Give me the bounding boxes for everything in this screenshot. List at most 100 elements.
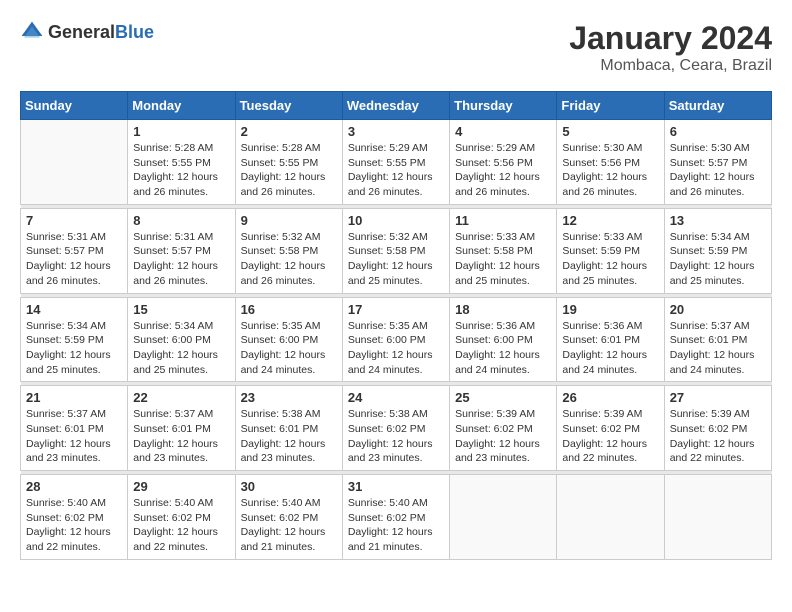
calendar-cell: 15Sunrise: 5:34 AM Sunset: 6:00 PM Dayli… [128, 297, 235, 382]
calendar-cell: 5 Sunrise: 5:30 AM Sunset: 5:56 PM Daylig… [557, 120, 664, 205]
day-number: 25 [455, 390, 551, 405]
main-title: January 2024 [569, 20, 772, 57]
day-info: Sunrise: 5:40 AM Sunset: 6:02 PM Dayligh… [241, 496, 337, 555]
day-info: Sunrise: 5:34 AM Sunset: 5:59 PM Dayligh… [26, 319, 122, 378]
day-number: 20 [670, 302, 766, 317]
col-monday: Monday [128, 92, 235, 120]
day-info: Sunrise: 5:36 AM Sunset: 6:01 PM Dayligh… [562, 319, 658, 378]
day-info: Sunrise: 5:37 AM Sunset: 6:01 PM Dayligh… [133, 407, 229, 466]
calendar-cell: 8 Sunrise: 5:31 AM Sunset: 5:57 PM Daylig… [128, 208, 235, 293]
day-info: Sunrise: 5:30 AM Sunset: 5:56 PM Dayligh… [562, 141, 658, 200]
calendar-cell: 18 Sunrise: 5:36 AM Sunset: 6:00 PM Dayli… [450, 297, 557, 382]
col-sunday: Sunday [21, 92, 128, 120]
calendar-week-2: 7 Sunrise: 5:31 AM Sunset: 5:57 PM Daylig… [21, 208, 772, 293]
calendar-cell: 14 Sunrise: 5:34 AM Sunset: 5:59 PM Dayli… [21, 297, 128, 382]
calendar-week-4: 21 Sunrise: 5:37 AM Sunset: 6:01 PM Dayli… [21, 386, 772, 471]
col-tuesday: Tuesday [235, 92, 342, 120]
calendar-header: Sunday Monday Tuesday Wednesday Thursday… [21, 92, 772, 120]
day-info: Sunrise: 5:33 AM Sunset: 5:58 PM Dayligh… [455, 230, 551, 289]
day-number: 4 [455, 124, 551, 139]
day-info: Sunrise: 5:37 AM Sunset: 6:01 PM Dayligh… [26, 407, 122, 466]
day-info: Sunrise: 5:32 AM Sunset: 5:58 PM Dayligh… [348, 230, 444, 289]
day-info: Sunrise: 5:32 AM Sunset: 5:58 PM Dayligh… [241, 230, 337, 289]
calendar-cell: 13 Sunrise: 5:34 AM Sunset: 5:59 PM Dayli… [664, 208, 771, 293]
day-info: Sunrise: 5:35 AM Sunset: 6:00 PM Dayligh… [348, 319, 444, 378]
day-number: 18 [455, 302, 551, 317]
day-number: 28 [26, 479, 122, 494]
calendar-cell [664, 475, 771, 560]
calendar-cell: 6Sunrise: 5:30 AM Sunset: 5:57 PM Daylig… [664, 120, 771, 205]
logo: GeneralBlue [20, 20, 154, 44]
calendar-cell: 24 Sunrise: 5:38 AM Sunset: 6:02 PM Dayli… [342, 386, 449, 471]
calendar-body: 1Sunrise: 5:28 AM Sunset: 5:55 PM Daylig… [21, 120, 772, 560]
day-info: Sunrise: 5:36 AM Sunset: 6:00 PM Dayligh… [455, 319, 551, 378]
day-info: Sunrise: 5:31 AM Sunset: 5:57 PM Dayligh… [133, 230, 229, 289]
day-number: 11 [455, 213, 551, 228]
day-info: Sunrise: 5:40 AM Sunset: 6:02 PM Dayligh… [26, 496, 122, 555]
calendar-week-5: 28 Sunrise: 5:40 AM Sunset: 6:02 PM Dayli… [21, 475, 772, 560]
day-info: Sunrise: 5:31 AM Sunset: 5:57 PM Dayligh… [26, 230, 122, 289]
day-number: 16 [241, 302, 337, 317]
day-number: 19 [562, 302, 658, 317]
logo-text-general: General [48, 22, 115, 42]
calendar-cell: 17 Sunrise: 5:35 AM Sunset: 6:00 PM Dayli… [342, 297, 449, 382]
calendar-cell: 10 Sunrise: 5:32 AM Sunset: 5:58 PM Dayli… [342, 208, 449, 293]
calendar-cell: 21 Sunrise: 5:37 AM Sunset: 6:01 PM Dayli… [21, 386, 128, 471]
day-info: Sunrise: 5:35 AM Sunset: 6:00 PM Dayligh… [241, 319, 337, 378]
subtitle: Mombaca, Ceara, Brazil [569, 57, 772, 75]
day-info: Sunrise: 5:28 AM Sunset: 5:55 PM Dayligh… [241, 141, 337, 200]
calendar-cell: 29Sunrise: 5:40 AM Sunset: 6:02 PM Dayli… [128, 475, 235, 560]
title-block: January 2024 Mombaca, Ceara, Brazil [569, 20, 772, 75]
day-number: 5 [562, 124, 658, 139]
day-number: 13 [670, 213, 766, 228]
day-number: 2 [241, 124, 337, 139]
calendar-cell: 9 Sunrise: 5:32 AM Sunset: 5:58 PM Daylig… [235, 208, 342, 293]
day-number: 9 [241, 213, 337, 228]
calendar-cell: 30 Sunrise: 5:40 AM Sunset: 6:02 PM Dayli… [235, 475, 342, 560]
day-number: 10 [348, 213, 444, 228]
day-number: 30 [241, 479, 337, 494]
calendar-cell: 4Sunrise: 5:29 AM Sunset: 5:56 PM Daylig… [450, 120, 557, 205]
calendar-cell [450, 475, 557, 560]
calendar-cell: 16 Sunrise: 5:35 AM Sunset: 6:00 PM Dayli… [235, 297, 342, 382]
calendar-cell: 3Sunrise: 5:29 AM Sunset: 5:55 PM Daylig… [342, 120, 449, 205]
day-info: Sunrise: 5:38 AM Sunset: 6:01 PM Dayligh… [241, 407, 337, 466]
day-number: 8 [133, 213, 229, 228]
col-thursday: Thursday [450, 92, 557, 120]
calendar-cell [21, 120, 128, 205]
day-number: 14 [26, 302, 122, 317]
col-saturday: Saturday [664, 92, 771, 120]
day-number: 6 [670, 124, 766, 139]
calendar-week-1: 1Sunrise: 5:28 AM Sunset: 5:55 PM Daylig… [21, 120, 772, 205]
day-number: 15 [133, 302, 229, 317]
day-number: 21 [26, 390, 122, 405]
day-number: 29 [133, 479, 229, 494]
logo-icon [20, 20, 44, 44]
page-header: GeneralBlue January 2024 Mombaca, Ceara,… [20, 20, 772, 75]
calendar-cell: 27Sunrise: 5:39 AM Sunset: 6:02 PM Dayli… [664, 386, 771, 471]
day-number: 17 [348, 302, 444, 317]
calendar-cell: 11 Sunrise: 5:33 AM Sunset: 5:58 PM Dayli… [450, 208, 557, 293]
day-info: Sunrise: 5:34 AM Sunset: 5:59 PM Dayligh… [670, 230, 766, 289]
day-number: 27 [670, 390, 766, 405]
day-number: 26 [562, 390, 658, 405]
day-number: 24 [348, 390, 444, 405]
day-number: 22 [133, 390, 229, 405]
day-info: Sunrise: 5:38 AM Sunset: 6:02 PM Dayligh… [348, 407, 444, 466]
header-row: Sunday Monday Tuesday Wednesday Thursday… [21, 92, 772, 120]
day-number: 7 [26, 213, 122, 228]
day-info: Sunrise: 5:39 AM Sunset: 6:02 PM Dayligh… [455, 407, 551, 466]
calendar-cell: 31Sunrise: 5:40 AM Sunset: 6:02 PM Dayli… [342, 475, 449, 560]
day-info: Sunrise: 5:33 AM Sunset: 5:59 PM Dayligh… [562, 230, 658, 289]
calendar-cell: 1Sunrise: 5:28 AM Sunset: 5:55 PM Daylig… [128, 120, 235, 205]
calendar-cell: 7 Sunrise: 5:31 AM Sunset: 5:57 PM Daylig… [21, 208, 128, 293]
calendar-cell: 12 Sunrise: 5:33 AM Sunset: 5:59 PM Dayli… [557, 208, 664, 293]
day-info: Sunrise: 5:29 AM Sunset: 5:55 PM Dayligh… [348, 141, 444, 200]
day-info: Sunrise: 5:40 AM Sunset: 6:02 PM Dayligh… [348, 496, 444, 555]
logo-text-blue: Blue [115, 22, 154, 42]
col-friday: Friday [557, 92, 664, 120]
col-wednesday: Wednesday [342, 92, 449, 120]
day-info: Sunrise: 5:28 AM Sunset: 5:55 PM Dayligh… [133, 141, 229, 200]
day-number: 12 [562, 213, 658, 228]
calendar-cell: 26Sunrise: 5:39 AM Sunset: 6:02 PM Dayli… [557, 386, 664, 471]
